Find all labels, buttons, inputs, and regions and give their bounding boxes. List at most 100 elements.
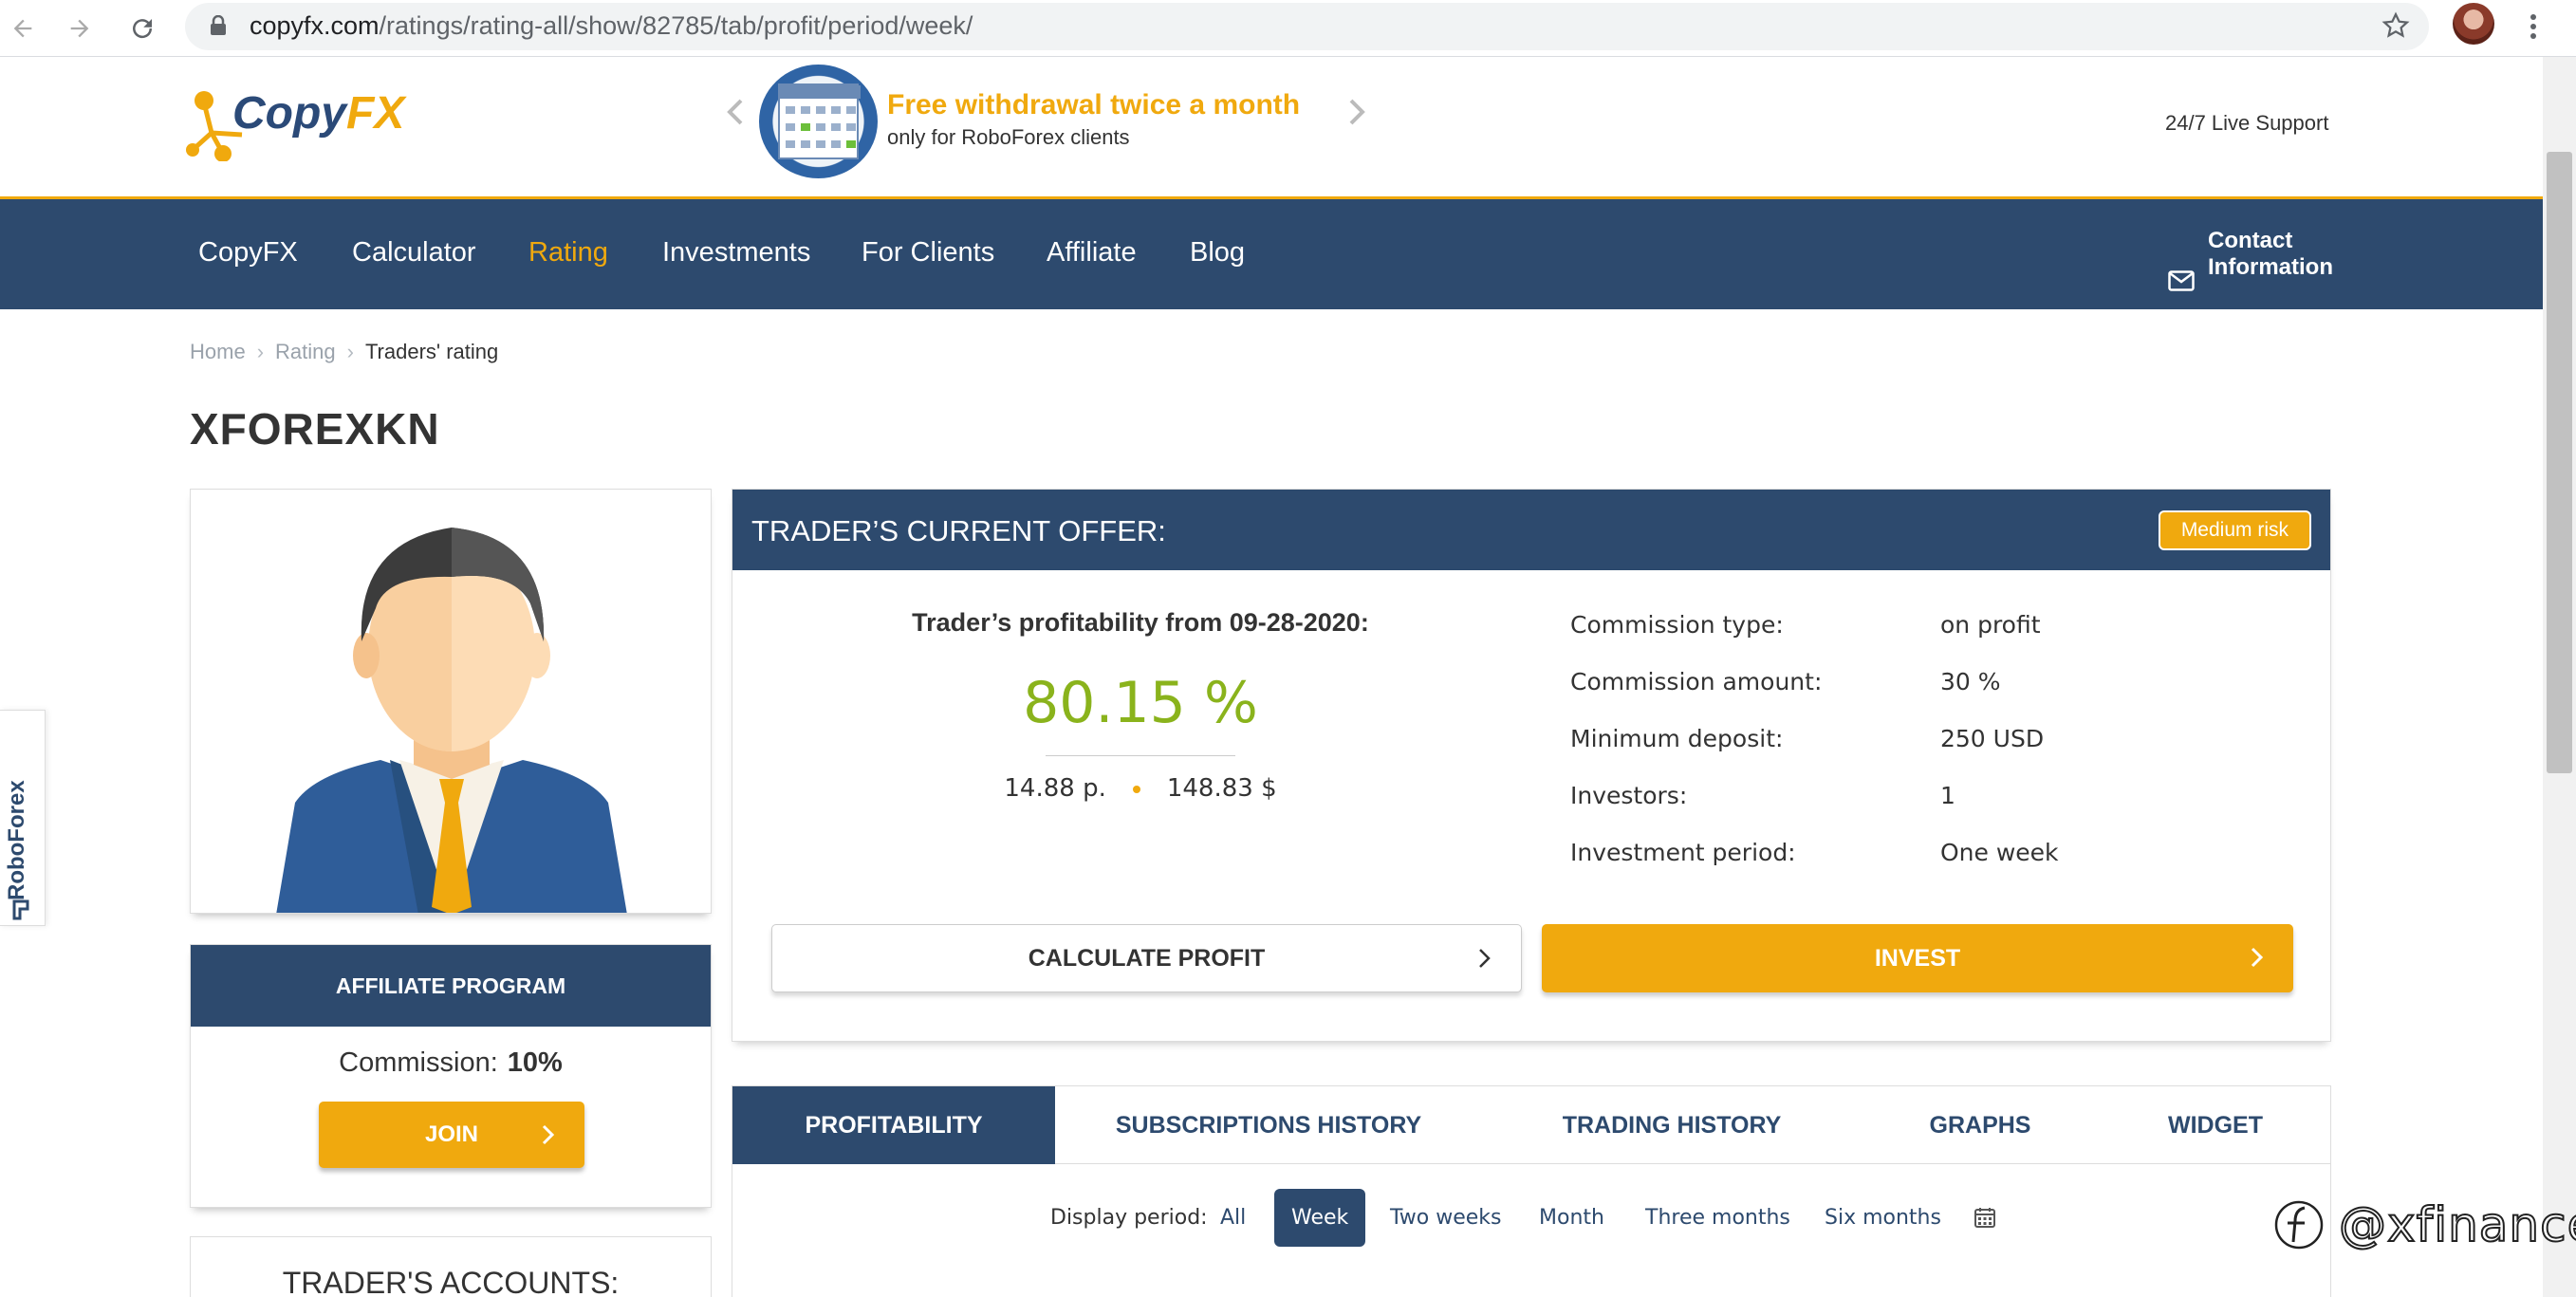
nav-item-calculator[interactable]: Calculator [352,237,476,269]
tab-profitability[interactable]: PROFITABILITY [732,1086,1055,1164]
scrollbar-thumb[interactable] [2547,152,2572,773]
period-label: Display period: [1050,1206,1208,1230]
period-two-weeks[interactable]: Two weeks [1390,1206,1502,1230]
trader-avatar-card [190,489,712,914]
period-six-months[interactable]: Six months [1825,1206,1941,1230]
invest-label: INVEST [1874,944,1961,972]
chevron-right-icon [1477,947,1492,976]
term-value: 1 [1940,782,1955,809]
logo-text[interactable]: CopyFX [232,87,404,139]
browser-menu-icon[interactable] [2519,6,2548,47]
promo-calendar-image [759,65,878,178]
term-row: Commission amount: 30 % [1570,668,2234,706]
reload-icon[interactable] [121,8,163,49]
term-row: Commission type: on profit [1570,611,2234,649]
profitability-label: Trader’s profitability from 09-28-2020: [912,608,1369,637]
page-title: XFOREXKN [190,404,440,454]
calendar-icon[interactable] [1974,1206,1996,1232]
join-button-label: JOIN [424,1121,478,1147]
term-key: Investors: [1570,782,1688,809]
profitability-divider [1046,755,1235,756]
invest-button[interactable]: INVEST [1542,924,2293,992]
forward-arrow-icon[interactable] [59,8,101,49]
address-bar[interactable]: copyfx.com/ratings/rating-all/show/82785… [185,3,2429,50]
term-value: 250 USD [1940,725,2045,752]
contact-label: Contact Information [2208,228,2333,280]
calculate-profit-label: CALCULATE PROFIT [1028,944,1266,972]
nav-item-investments[interactable]: Investments [662,237,810,269]
chevron-right-icon: › [256,340,265,363]
back-arrow-icon[interactable] [2,8,44,49]
term-key: Minimum deposit: [1570,725,1784,752]
watermark-text: @xfinance [2338,1196,2576,1253]
nav-item-for-clients[interactable]: For Clients [862,237,994,269]
url-text: copyfx.com/ratings/rating-all/show/82785… [250,11,973,40]
period-all[interactable]: All [1220,1206,1246,1230]
affiliate-program-card: AFFILIATE PROGRAM Commission: 10% JOIN [190,944,712,1208]
trader-accounts-title: TRADER'S ACCOUNTS: [282,1266,620,1297]
breadcrumb-home[interactable]: Home [190,340,246,363]
term-value: One week [1940,839,2059,866]
nav-item-copyfx[interactable]: CopyFX [198,237,298,269]
promo-title[interactable]: Free withdrawal twice a month [887,89,1300,121]
nav-item-affiliate[interactable]: Affiliate [1047,237,1137,269]
breadcrumb-current: Traders' rating [364,340,499,363]
affiliate-commission-value: 10% [507,1047,563,1078]
join-button[interactable]: JOIN [319,1102,584,1168]
roboforex-side-tab[interactable]: RoboForex [0,710,46,926]
offer-title: TRADER’S CURRENT OFFER: [751,514,1166,547]
bookmark-star-icon[interactable] [2381,11,2410,44]
term-value: on profit [1940,611,2041,639]
tab-subscriptions-history[interactable]: SUBSCRIPTIONS HISTORY [1055,1086,1482,1164]
term-row: Investors: 1 [1570,782,2234,820]
term-key: Commission amount: [1570,668,1823,695]
trader-tabs-card: PROFITABILITY SUBSCRIPTIONS HISTORY TRAD… [732,1085,2331,1297]
trader-avatar-image [276,528,627,913]
profitability-details: 14.88 p. 148.83 $ [732,774,1548,803]
watermark-logo-icon [2274,1200,2324,1250]
side-tab-label: RoboForex [4,780,29,900]
term-row: Minimum deposit: 250 USD [1570,725,2234,763]
period-week[interactable]: Week [1274,1189,1366,1247]
profit-amount: 148.83 $ [1166,774,1277,803]
nav-item-rating[interactable]: Rating [528,237,608,269]
breadcrumb-rating[interactable]: Rating [275,340,336,363]
affiliate-commission: Commission: 10% [191,1047,711,1079]
offer-header: TRADER’S CURRENT OFFER: Medium risk [732,490,2330,570]
promo-prev-arrow-icon[interactable] [724,95,747,133]
chevron-right-icon: › [346,340,354,363]
chevron-right-icon [2250,946,2265,975]
envelope-icon [2168,244,2195,291]
term-key: Investment period: [1570,839,1796,866]
watermark: @xfinance [2272,1196,2576,1253]
contact-information-link[interactable]: Contact Information [2168,228,2333,291]
lock-icon [210,14,227,40]
trader-accounts-card: TRADER'S ACCOUNTS: [190,1236,712,1297]
trader-offer-card: TRADER’S CURRENT OFFER: Medium risk Trad… [732,489,2331,1042]
profitability-value: 80.15 % [1023,670,1258,736]
period-month[interactable]: Month [1539,1206,1604,1230]
breadcrumb: Home › Rating › Traders' rating [190,340,498,364]
chevron-right-icon [541,1123,556,1153]
live-support-link[interactable]: 24/7 Live Support [2165,111,2328,136]
affiliate-commission-label: Commission: [339,1047,498,1078]
promo-next-arrow-icon[interactable] [1345,95,1368,133]
browser-toolbar: copyfx.com/ratings/rating-all/show/82785… [0,0,2576,57]
tab-graphs[interactable]: GRAPHS [1862,1086,2099,1164]
tab-trading-history[interactable]: TRADING HISTORY [1482,1086,1862,1164]
tab-bar: PROFITABILITY SUBSCRIPTIONS HISTORY TRAD… [732,1086,2330,1164]
promo-subtitle: only for RoboForex clients [887,125,1130,149]
profile-avatar[interactable] [2453,3,2494,45]
affiliate-program-title: AFFILIATE PROGRAM [191,945,711,1027]
roboforex-logo-icon [12,899,29,920]
risk-badge: Medium risk [2158,510,2311,550]
term-key: Commission type: [1570,611,1784,639]
term-row: Investment period: One week [1570,839,2234,877]
profit-points: 14.88 p. [1004,774,1106,803]
term-value: 30 % [1940,668,2001,695]
nav-item-blog[interactable]: Blog [1190,237,1245,269]
period-three-months[interactable]: Three months [1645,1206,1790,1230]
calculate-profit-button[interactable]: CALCULATE PROFIT [771,924,1522,992]
bullet-dot-icon [1132,785,1140,793]
tab-widget[interactable]: WIDGET [2099,1086,2332,1164]
